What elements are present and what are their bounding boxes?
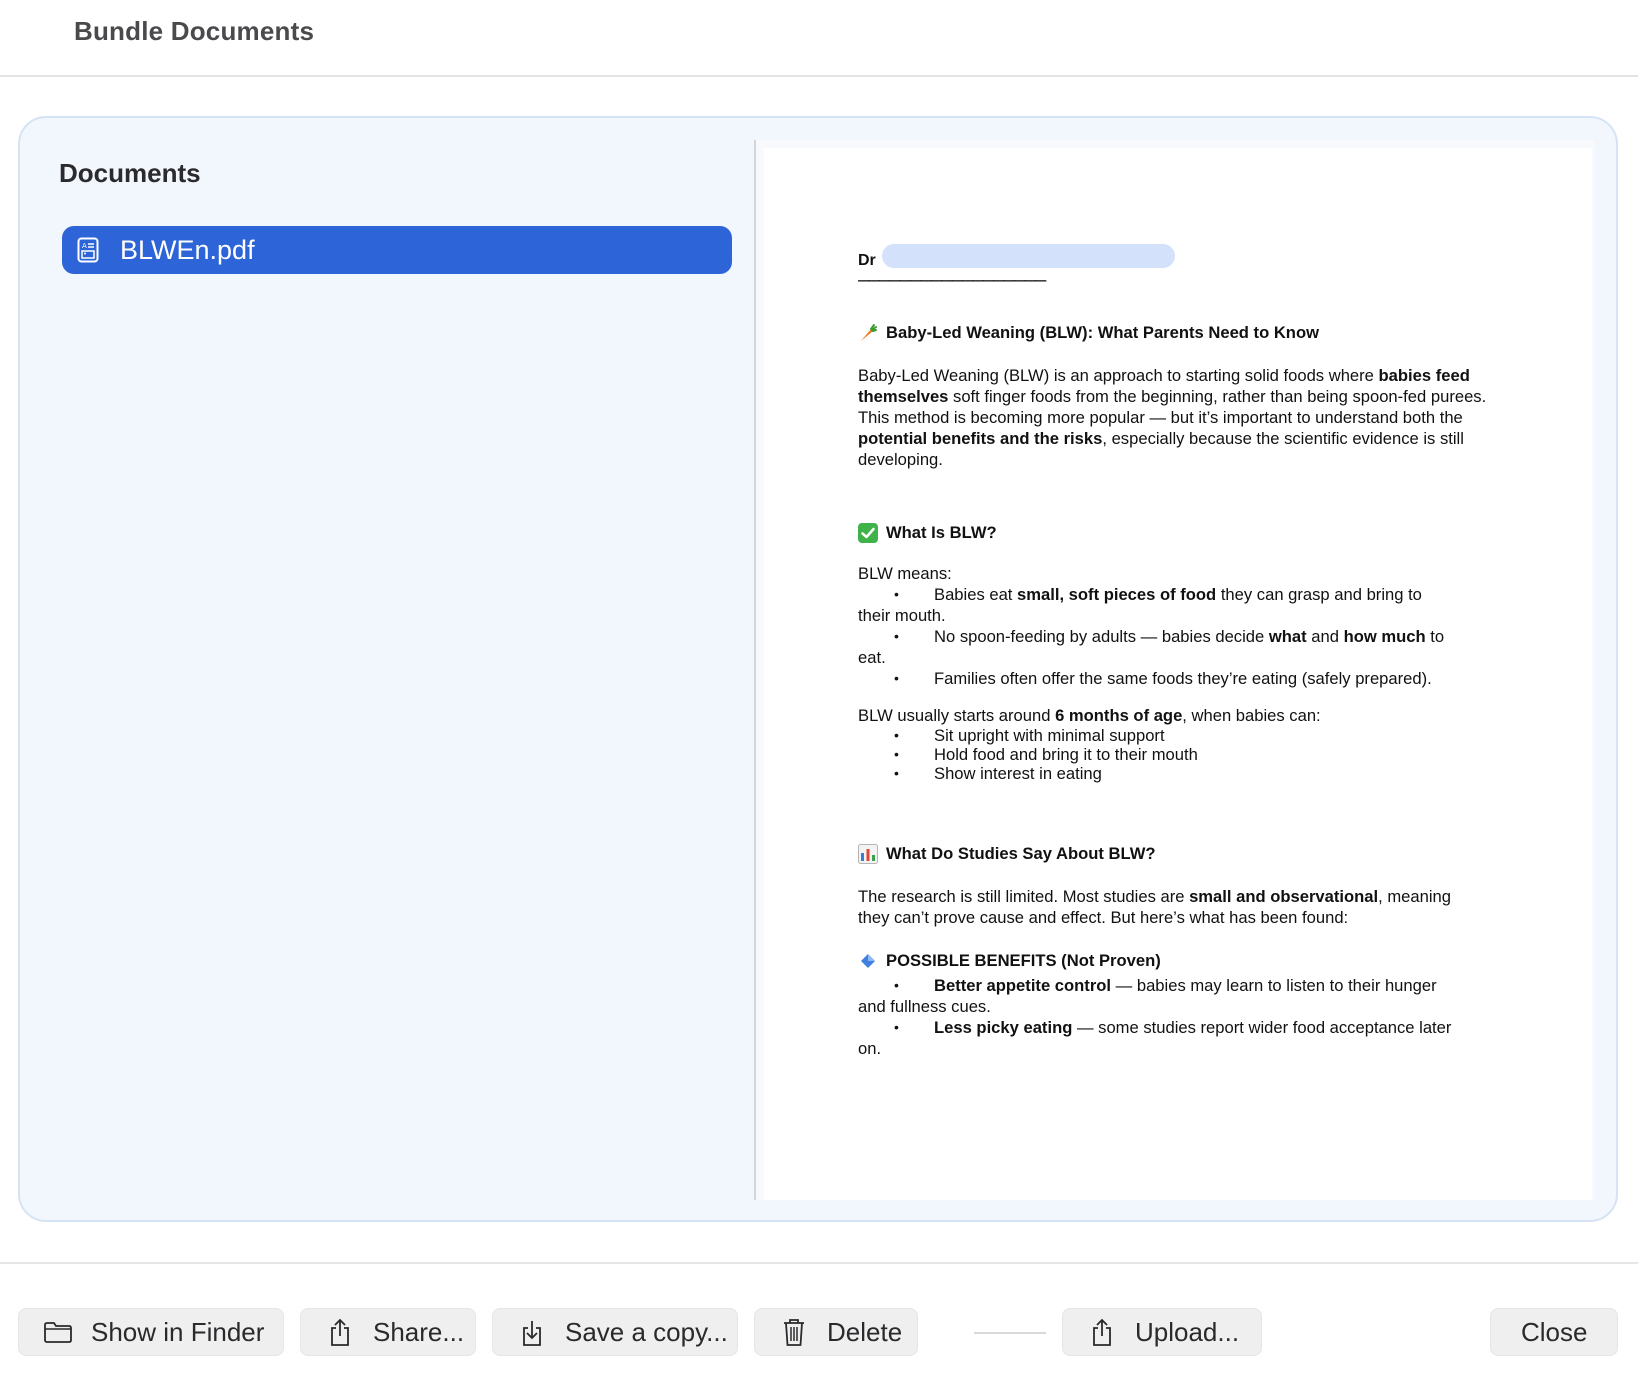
show-in-finder-button[interactable]: Show in Finder <box>18 1308 284 1356</box>
pdf-page: Dr —————————————————— Baby-Led Weaning (… <box>764 148 1592 1200</box>
list-item: Families often offer the same foods they… <box>858 668 1498 689</box>
list-item: No spoon-feeding by adults — babies deci… <box>858 626 1498 647</box>
section-heading-studies: What Do Studies Say About BLW? <box>858 843 1498 864</box>
dash-rule: —————————————————— <box>858 274 1046 292</box>
upload-label: Upload... <box>1135 1316 1240 1347</box>
document-preview[interactable]: Dr —————————————————— Baby-Led Weaning (… <box>756 140 1594 1200</box>
list-item: Babies eat small, soft pieces of food th… <box>858 584 1498 605</box>
documents-panel: Documents A BLWEn.pdf Dr ———————————————… <box>18 116 1618 1222</box>
blw-starts-paragraph: BLW usually starts around 6 months of ag… <box>858 706 1321 725</box>
title-bar: Bundle Documents <box>0 0 1638 77</box>
carrot-icon <box>858 323 878 343</box>
list-item: Hold food and bring it to their mouth <box>858 745 1498 764</box>
upload-icon <box>1087 1317 1117 1347</box>
doctor-line: Dr <box>858 244 1498 274</box>
list-item-continuation: eat. <box>858 648 886 667</box>
window-title: Bundle Documents <box>74 16 315 46</box>
studies-paragraph: The research is still limited. Most stud… <box>858 887 1451 927</box>
close-button[interactable]: Close <box>1490 1308 1618 1356</box>
show-in-finder-label: Show in Finder <box>91 1316 265 1347</box>
documents-sidebar: Documents A BLWEn.pdf <box>20 118 754 1220</box>
redacted-name <box>882 244 1175 268</box>
folder-icon <box>43 1317 73 1347</box>
share-label: Share... <box>373 1316 465 1347</box>
close-label: Close <box>1521 1316 1588 1347</box>
list-item: Show interest in eating <box>858 764 1498 783</box>
list-item: Better appetite control — babies may lea… <box>858 975 1498 996</box>
benefits-heading: POSSIBLE BENEFITS (Not Proven) <box>858 950 1498 971</box>
trash-icon <box>779 1317 809 1347</box>
list-item-continuation: on. <box>858 1039 882 1058</box>
doc-title-text: Baby-Led Weaning (BLW): What Parents Nee… <box>886 323 1319 342</box>
pdf-content: Dr —————————————————— Baby-Led Weaning (… <box>858 244 1498 1059</box>
save-copy-label: Save a copy... <box>565 1316 728 1347</box>
document-icon: A <box>76 236 100 264</box>
list-item-continuation: and fullness cues. <box>858 997 991 1016</box>
save-copy-button[interactable]: Save a copy... <box>492 1308 738 1356</box>
delete-label: Delete <box>827 1316 903 1347</box>
upload-button[interactable]: Upload... <box>1062 1308 1262 1356</box>
delete-button[interactable]: Delete <box>754 1308 918 1356</box>
doc-title: Baby-Led Weaning (BLW): What Parents Nee… <box>858 322 1498 343</box>
check-mark-icon <box>858 522 878 543</box>
intro-paragraph: Baby-Led Weaning (BLW) is an approach to… <box>858 366 1487 469</box>
list-item: Sit upright with minimal support <box>858 726 1498 745</box>
toolbar-separator <box>974 1332 1046 1334</box>
bar-chart-icon <box>858 843 878 864</box>
blw-means-lead: BLW means: <box>858 564 952 583</box>
blue-diamond-icon <box>858 951 878 971</box>
download-icon <box>517 1317 547 1347</box>
sidebar-item-blwen-pdf[interactable]: A BLWEn.pdf <box>62 226 732 274</box>
sidebar-item-label: BLWEn.pdf <box>120 234 255 265</box>
svg-text:A: A <box>82 242 87 250</box>
share-button[interactable]: Share... <box>300 1308 476 1356</box>
share-icon <box>325 1317 355 1347</box>
list-item-continuation: their mouth. <box>858 606 946 625</box>
doctor-prefix: Dr <box>858 252 876 269</box>
list-item: Less picky eating — some studies report … <box>858 1017 1498 1038</box>
footer-toolbar: Show in Finder Share... Save a copy... D… <box>0 1262 1638 1378</box>
sidebar-heading: Documents <box>59 158 201 188</box>
section-heading-what-is: What Is BLW? <box>858 522 1498 543</box>
